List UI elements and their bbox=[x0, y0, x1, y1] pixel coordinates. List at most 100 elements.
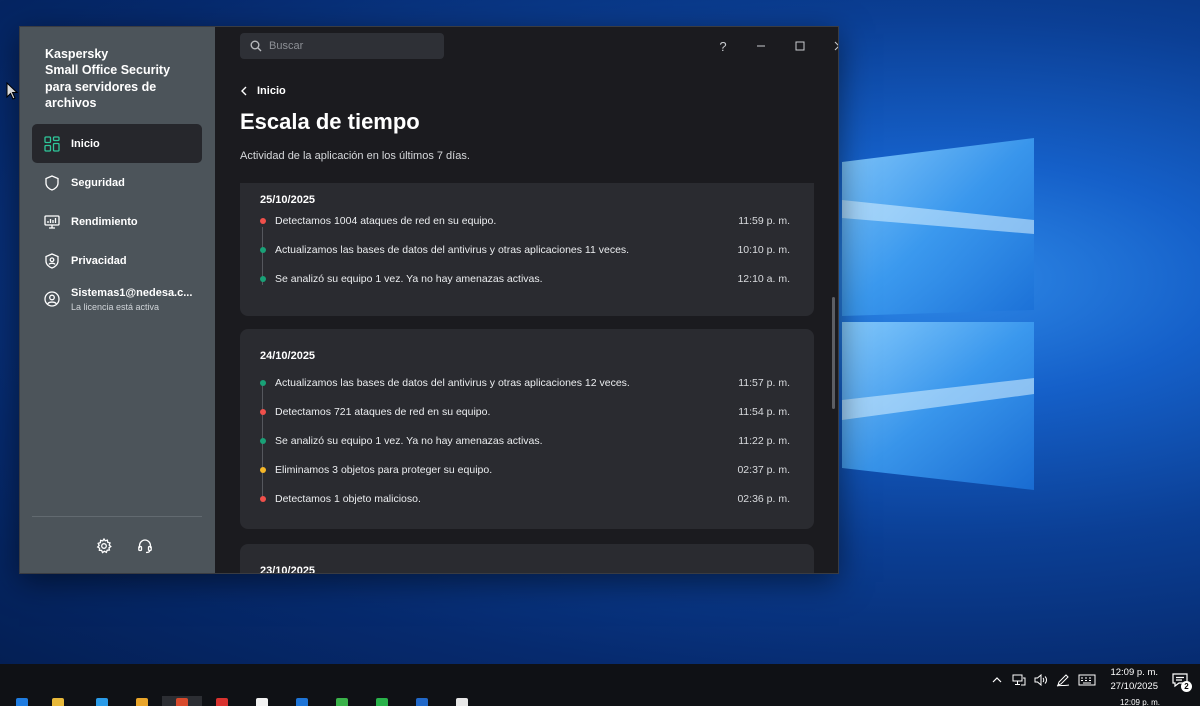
sidebar-item-label: Rendimiento bbox=[71, 215, 138, 228]
pen-icon[interactable] bbox=[1055, 672, 1071, 688]
system-tray: 12:09 p. m. 27/10/2025 2 bbox=[986, 664, 1200, 696]
chevron-up-icon[interactable] bbox=[989, 672, 1005, 688]
status-dot-red bbox=[260, 218, 266, 224]
taskbar-app-icon[interactable] bbox=[52, 698, 64, 706]
clock-time: 12:09 p. m. bbox=[1110, 667, 1158, 678]
event-time: 02:37 p. m. bbox=[737, 464, 790, 476]
timeline-event: Se analizó su equipo 1 vez. Ya no hay am… bbox=[260, 433, 790, 449]
sidebar-item-label: Seguridad bbox=[71, 176, 125, 189]
help-button[interactable]: ? bbox=[713, 36, 733, 56]
sidebar-item-rendimiento[interactable]: Rendimiento bbox=[32, 202, 202, 241]
brand-line: archivos bbox=[45, 95, 97, 110]
user-avatar-icon bbox=[44, 291, 60, 307]
status-dot-red bbox=[260, 409, 266, 415]
account-item[interactable]: Sistemas1@nedesa.c... La licencia está a… bbox=[32, 282, 202, 318]
taskbar-app-icon[interactable] bbox=[16, 698, 28, 706]
event-time: 11:57 p. m. bbox=[738, 377, 790, 389]
brand-line: para servidores de bbox=[45, 79, 157, 94]
sidebar: Kaspersky Small Office Security para ser… bbox=[20, 27, 215, 573]
main-panel: ? Inicio Escala de tiempo Actividad de l… bbox=[215, 27, 838, 574]
event-time: 11:22 p. m. bbox=[738, 435, 790, 447]
gear-icon[interactable] bbox=[94, 536, 114, 556]
account-name: Sistemas1@nedesa.c... bbox=[71, 287, 193, 299]
status-dot-green bbox=[260, 247, 266, 253]
network-icon[interactable] bbox=[1011, 672, 1027, 688]
brand-line: Kaspersky bbox=[45, 47, 109, 61]
timeline: 25/10/2025 Detectamos 1004 ataques de re… bbox=[240, 183, 814, 574]
event-time: 11:54 p. m. bbox=[738, 406, 790, 418]
taskbar-app-icon[interactable] bbox=[456, 698, 468, 706]
taskbar-app-icon[interactable] bbox=[216, 698, 228, 706]
timeline-event: Detectamos 1 objeto malicioso. 02:36 p. … bbox=[260, 491, 790, 507]
timeline-event: Actualizamos las bases de datos del anti… bbox=[260, 375, 790, 391]
taskbar-app-icon[interactable] bbox=[176, 698, 188, 706]
status-dot-yellow bbox=[260, 467, 266, 473]
page-title: Escala de tiempo bbox=[240, 109, 420, 134]
dashboard-icon bbox=[44, 135, 60, 152]
sidebar-divider bbox=[32, 516, 202, 517]
sidebar-item-label: Inicio bbox=[71, 137, 100, 150]
back-link[interactable]: Inicio bbox=[240, 85, 286, 97]
day-date: 25/10/2025 bbox=[260, 194, 316, 206]
page-subtitle: Actividad de la aplicación en los último… bbox=[240, 150, 470, 162]
sidebar-item-inicio[interactable]: Inicio bbox=[32, 124, 202, 163]
maximize-icon bbox=[795, 41, 805, 51]
app-brand: Kaspersky Small Office Security para ser… bbox=[45, 46, 195, 111]
scrollbar-thumb[interactable] bbox=[832, 297, 835, 409]
taskbar-app-icon[interactable] bbox=[416, 698, 428, 706]
event-text: Detectamos 1 objeto malicioso. bbox=[275, 493, 421, 505]
taskbar-app-icon[interactable] bbox=[256, 698, 268, 706]
support-headset-icon[interactable] bbox=[135, 536, 155, 556]
event-text: Actualizamos las bases de datos del anti… bbox=[275, 377, 630, 389]
timeline-event: Se analizó su equipo 1 vez. Ya no hay am… bbox=[260, 271, 790, 287]
sidebar-item-seguridad[interactable]: Seguridad bbox=[32, 163, 202, 202]
status-dot-green bbox=[260, 380, 266, 386]
event-text: Detectamos 721 ataques de red en su equi… bbox=[275, 406, 491, 418]
minimize-icon bbox=[757, 45, 765, 47]
sidebar-item-privacidad[interactable]: Privacidad bbox=[32, 241, 202, 280]
taskbar-clock[interactable]: 12:09 p. m. 27/10/2025 bbox=[1110, 666, 1158, 694]
event-text: Actualizamos las bases de datos del anti… bbox=[275, 244, 630, 256]
close-icon bbox=[834, 41, 838, 51]
day-date: 23/10/2025 bbox=[260, 565, 316, 574]
taskbar-app-icon[interactable] bbox=[136, 698, 148, 706]
taskbar-app-icon[interactable] bbox=[336, 698, 348, 706]
sidebar-item-label: Privacidad bbox=[71, 254, 127, 267]
event-time: 12:10 a. m. bbox=[737, 273, 790, 285]
privacy-icon bbox=[44, 252, 60, 269]
event-text: Detectamos 1004 ataques de red en su equ… bbox=[275, 215, 497, 227]
minimize-button[interactable] bbox=[751, 36, 771, 56]
timeline-event: Detectamos 721 ataques de red en su equi… bbox=[260, 404, 790, 420]
notification-count-badge: 2 bbox=[1181, 681, 1192, 692]
event-text: Se analizó su equipo 1 vez. Ya no hay am… bbox=[275, 435, 543, 447]
event-time: 10:10 p. m. bbox=[737, 244, 790, 256]
search-input[interactable] bbox=[269, 40, 429, 52]
search-box[interactable] bbox=[240, 33, 444, 59]
event-text: Eliminamos 3 objetos para proteger su eq… bbox=[275, 464, 493, 476]
mouse-cursor-icon bbox=[6, 82, 18, 100]
volume-icon[interactable] bbox=[1033, 672, 1049, 688]
notification-center-button[interactable]: 2 bbox=[1168, 668, 1192, 692]
license-status: La licencia está activa bbox=[71, 302, 160, 312]
close-button[interactable] bbox=[829, 36, 838, 56]
taskbar-app-icon[interactable] bbox=[376, 698, 388, 706]
day-card: 24/10/2025 Actualizamos las bases de dat… bbox=[240, 329, 814, 529]
shield-icon bbox=[44, 174, 60, 191]
status-dot-green bbox=[260, 438, 266, 444]
day-card: 23/10/2025 bbox=[240, 544, 814, 574]
timeline-event: Eliminamos 3 objetos para proteger su eq… bbox=[260, 462, 790, 478]
maximize-button[interactable] bbox=[790, 36, 810, 56]
day-card: 25/10/2025 Detectamos 1004 ataques de re… bbox=[240, 183, 814, 316]
timeline-event: Detectamos 1004 ataques de red en su equ… bbox=[260, 213, 790, 229]
monitor-performance-icon bbox=[44, 214, 60, 230]
status-dot-green bbox=[260, 276, 266, 282]
taskbar-app-strip bbox=[0, 696, 1200, 706]
chevron-left-icon bbox=[241, 86, 247, 96]
back-link-label: Inicio bbox=[257, 85, 286, 97]
taskbar-app-icon[interactable] bbox=[296, 698, 308, 706]
taskbar-app-icon[interactable] bbox=[96, 698, 108, 706]
help-label: ? bbox=[719, 38, 727, 54]
event-time: 02:36 p. m. bbox=[737, 493, 790, 505]
keyboard-icon[interactable] bbox=[1077, 672, 1097, 688]
timeline-event: Actualizamos las bases de datos del anti… bbox=[260, 242, 790, 258]
